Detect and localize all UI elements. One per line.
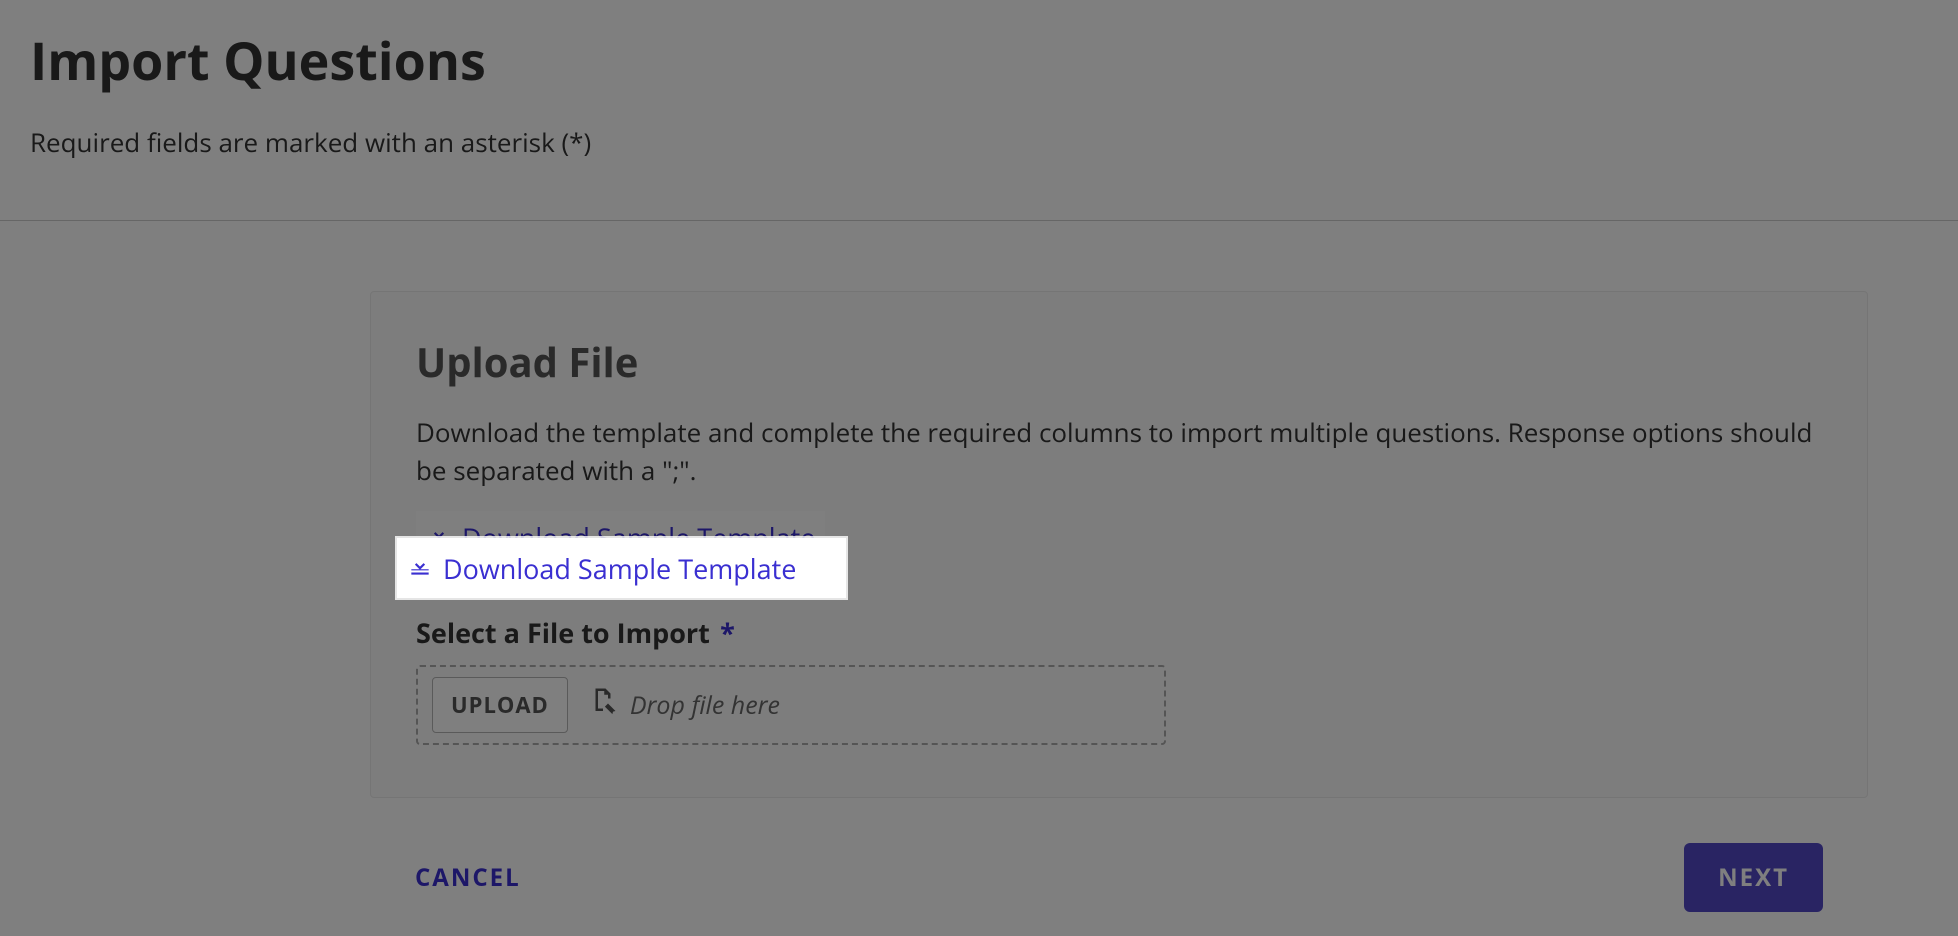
select-file-label: Select a File to Import <box>416 614 710 651</box>
dropzone-hint: Drop file here <box>588 686 780 724</box>
download-sample-template-link-highlighted[interactable]: Download Sample Template <box>397 538 846 598</box>
footer-actions: CANCEL NEXT <box>370 843 1868 912</box>
dropzone-hint-text: Drop file here <box>630 688 780 722</box>
required-asterisk: * <box>720 614 735 651</box>
download-sample-template-label: Download Sample Template <box>443 550 796 587</box>
file-cursor-icon <box>588 686 618 724</box>
import-questions-page: Import Questions Required fields are mar… <box>0 0 1958 936</box>
download-icon <box>407 550 433 587</box>
upload-file-description: Download the template and complete the r… <box>416 414 1822 489</box>
required-fields-note: Required fields are marked with an aster… <box>30 124 1928 160</box>
next-button[interactable]: NEXT <box>1684 843 1823 912</box>
select-file-label-row: Select a File to Import * <box>416 614 1822 651</box>
page-title: Import Questions <box>30 25 1928 96</box>
file-dropzone[interactable]: UPLOAD Drop file here <box>416 665 1166 745</box>
upload-button[interactable]: UPLOAD <box>432 677 568 733</box>
header-divider <box>0 220 1958 221</box>
cancel-button[interactable]: CANCEL <box>415 861 521 894</box>
upload-file-heading: Upload File <box>416 334 1822 389</box>
